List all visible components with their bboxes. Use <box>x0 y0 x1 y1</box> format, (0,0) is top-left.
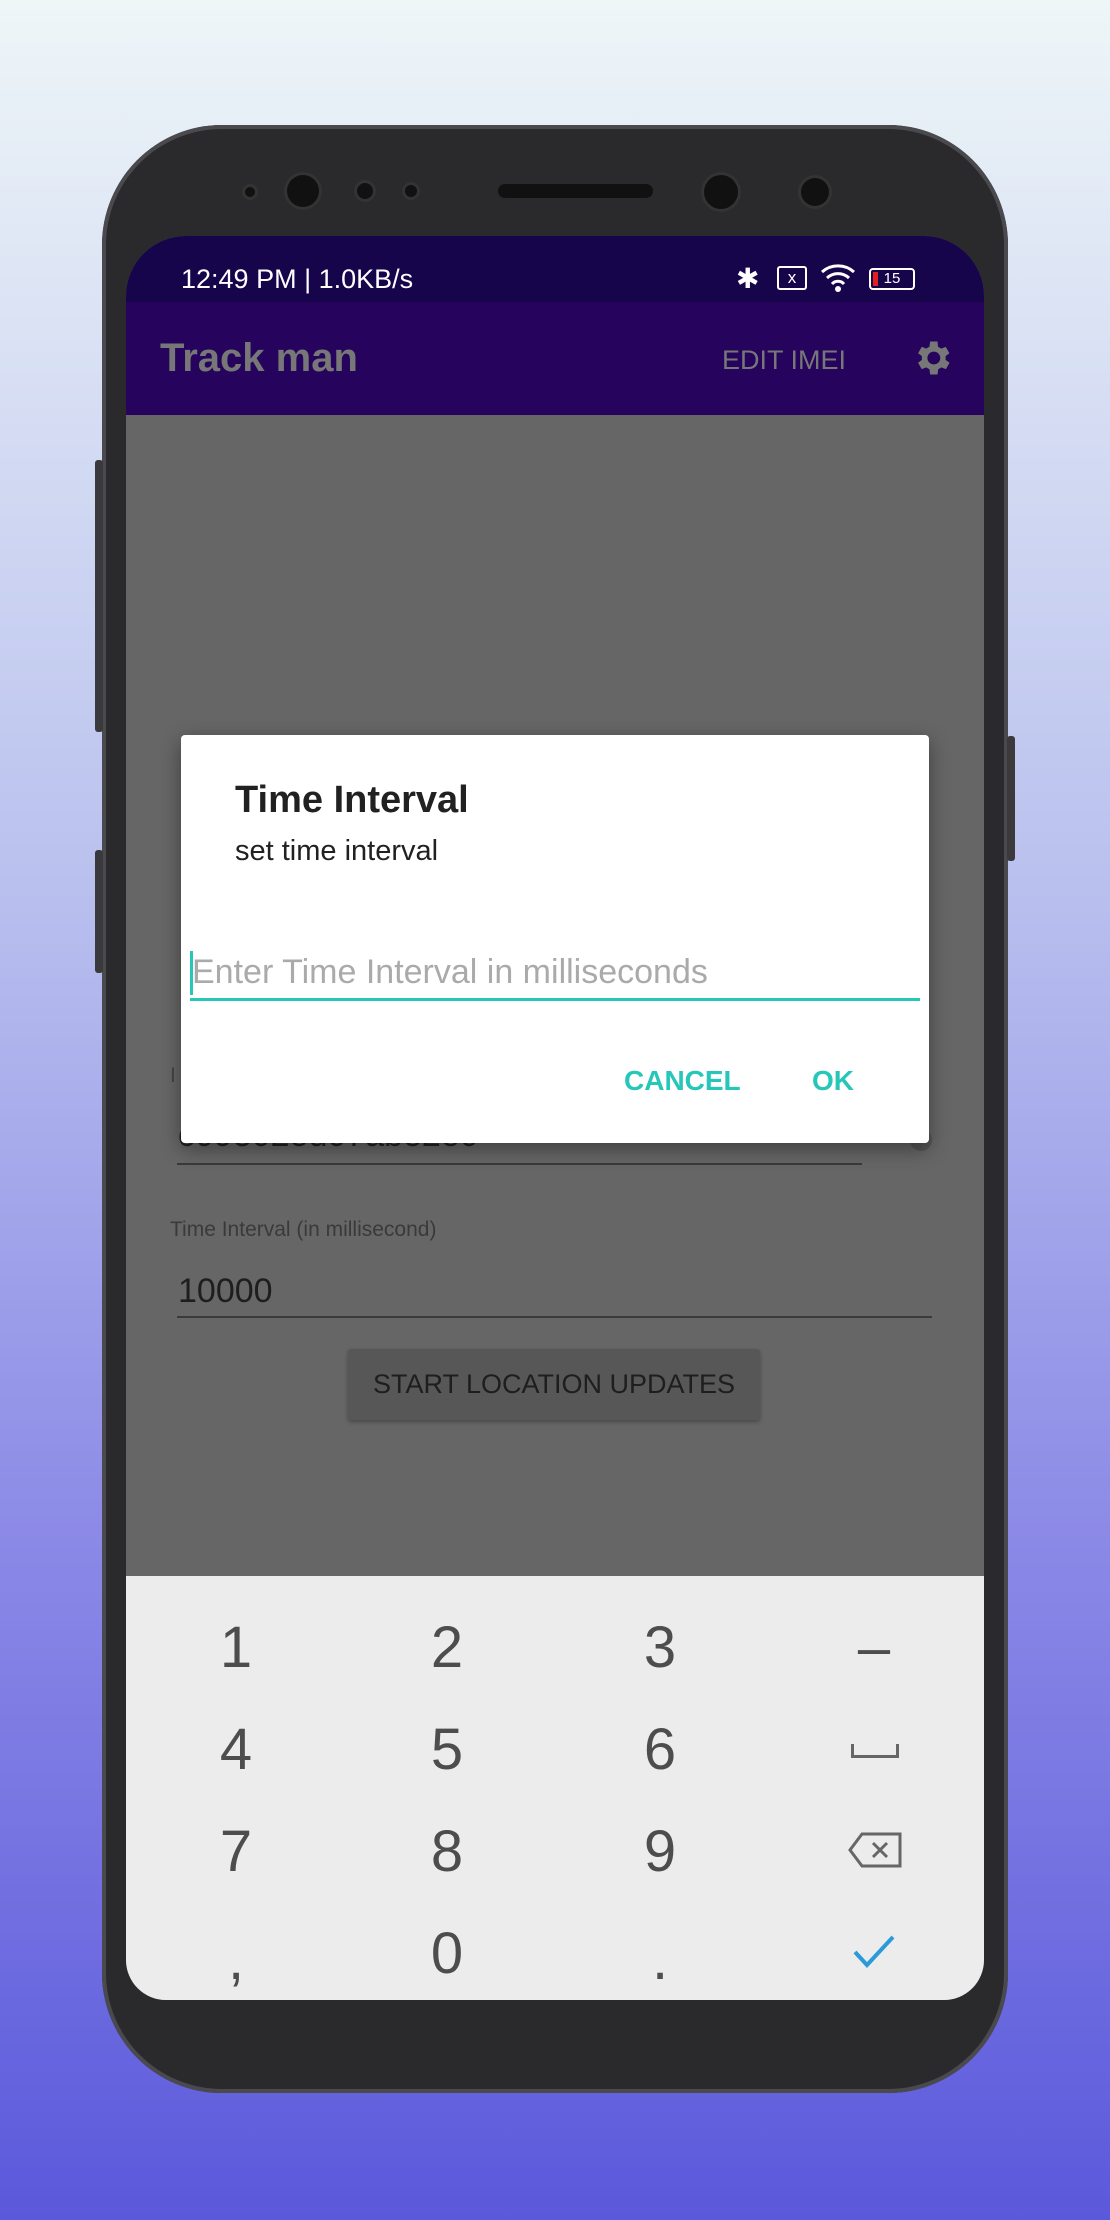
volume-button <box>95 460 103 732</box>
status-bar: 12:49 PM | 1.0KB/s ✱ x 15 <box>126 236 984 302</box>
sensor <box>801 178 829 206</box>
ok-button[interactable]: OK <box>812 1065 854 1097</box>
interval-input[interactable]: Enter Time Interval in milliseconds <box>190 945 920 1001</box>
dialog-message: set time interval <box>235 835 439 867</box>
time-interval-dialog: Time Interval set time interval Enter Ti… <box>181 735 929 1143</box>
edit-imei-button[interactable]: EDIT IMEI <box>722 345 846 376</box>
sensor <box>357 183 373 199</box>
imei-underline <box>177 1163 862 1165</box>
battery-level: 15 <box>883 270 901 287</box>
key-4[interactable]: 4 <box>166 1716 306 1783</box>
key-comma[interactable]: , <box>166 1926 306 1993</box>
side-button <box>95 850 103 973</box>
space-key-icon[interactable] <box>851 1744 899 1758</box>
interval-underline <box>177 1316 932 1318</box>
key-9[interactable]: 9 <box>590 1818 730 1885</box>
app-title: Track man <box>160 336 358 380</box>
interval-input-placeholder: Enter Time Interval in milliseconds <box>192 953 708 991</box>
key-8[interactable]: 8 <box>377 1818 517 1885</box>
key-3[interactable]: 3 <box>590 1614 730 1681</box>
interval-label: Time Interval (in millisecond) <box>170 1218 437 1241</box>
backspace-icon[interactable] <box>848 1832 902 1868</box>
done-check-icon[interactable] <box>852 1934 896 1968</box>
key-0[interactable]: 0 <box>377 1920 517 1987</box>
start-location-updates-button[interactable]: START LOCATION UPDATES <box>348 1349 760 1420</box>
front-camera <box>287 175 319 207</box>
interval-field[interactable]: 10000 <box>178 1272 273 1311</box>
imei-label: I <box>170 1064 176 1087</box>
status-time: 12:49 PM | 1.0KB/s <box>181 264 414 294</box>
battery-icon: 15 <box>869 268 915 290</box>
key-6[interactable]: 6 <box>590 1716 730 1783</box>
wifi-icon <box>821 264 855 292</box>
sensor <box>405 185 417 197</box>
key-minus[interactable]: – <box>804 1614 944 1681</box>
key-5[interactable]: 5 <box>377 1716 517 1783</box>
key-7[interactable]: 7 <box>166 1818 306 1885</box>
app-bar: Track man EDIT IMEI <box>126 302 984 415</box>
earpiece <box>498 184 653 198</box>
screen: 12:49 PM | 1.0KB/s ✱ x 15 Track man EDIT… <box>126 236 984 2000</box>
cancel-button[interactable]: CANCEL <box>624 1065 741 1097</box>
key-1[interactable]: 1 <box>166 1614 306 1681</box>
numeric-keyboard: 1 2 3 – 4 5 6 7 8 9 , 0 . <box>126 1576 984 2000</box>
key-2[interactable]: 2 <box>377 1614 517 1681</box>
no-sim-icon: x <box>777 266 807 290</box>
gear-icon[interactable] <box>910 336 954 380</box>
bluetooth-icon: ✱ <box>736 263 760 294</box>
dialog-title: Time Interval <box>235 779 469 821</box>
power-button <box>1007 736 1015 861</box>
sensor <box>245 187 255 197</box>
key-period[interactable]: . <box>590 1926 730 1993</box>
front-camera <box>704 175 738 209</box>
